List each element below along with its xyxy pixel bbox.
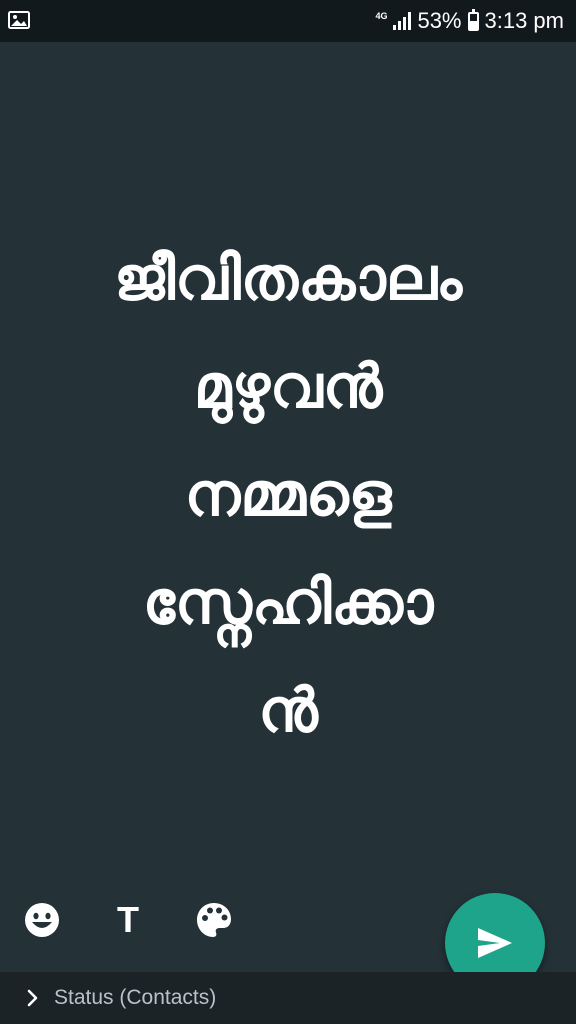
message-line: മുഴുവൻ — [193, 352, 383, 422]
emoji-button[interactable] — [22, 900, 62, 940]
emoji-icon — [25, 903, 59, 937]
message-line: സ്നേഹിക്കാ — [142, 568, 434, 638]
signal-strength-icon — [393, 12, 412, 30]
message-line: നമ്മളെ — [184, 460, 392, 530]
battery-percent: 53% — [417, 8, 462, 33]
status-text-canvas[interactable]: ജീവിതകാലം മുഴുവൻ നമ്മളെ സ്നേഹിക്കാ ൻ — [20, 225, 556, 765]
battery-icon — [467, 8, 479, 31]
background-color-button[interactable] — [194, 900, 234, 940]
message-line: ൻ — [258, 676, 318, 746]
status-audience-bar[interactable]: Status (Contacts) — [0, 972, 576, 1024]
text-icon: T — [117, 899, 139, 940]
text-style-button[interactable]: T — [108, 899, 148, 940]
network-type-label: 4G — [375, 10, 388, 21]
system-status-bar: 4G 53% 3:13 pm — [0, 0, 576, 42]
chevron-right-icon — [24, 989, 42, 1007]
image-icon — [8, 9, 30, 31]
message-line: ജീവിതകാലം — [113, 244, 463, 314]
status-audience-label: Status (Contacts) — [54, 986, 217, 1009]
palette-icon — [197, 903, 231, 937]
status-indicators: 4G 53% 3:13 pm — [375, 0, 564, 42]
clock-time: 3:13 pm — [484, 8, 565, 33]
status-composer-screen: 4G 53% 3:13 pm ജീവിതകാലം മുഴുവൻ നമ്മളെ സ… — [0, 0, 576, 1024]
battery-level-fill — [469, 20, 477, 29]
send-icon — [478, 928, 512, 958]
